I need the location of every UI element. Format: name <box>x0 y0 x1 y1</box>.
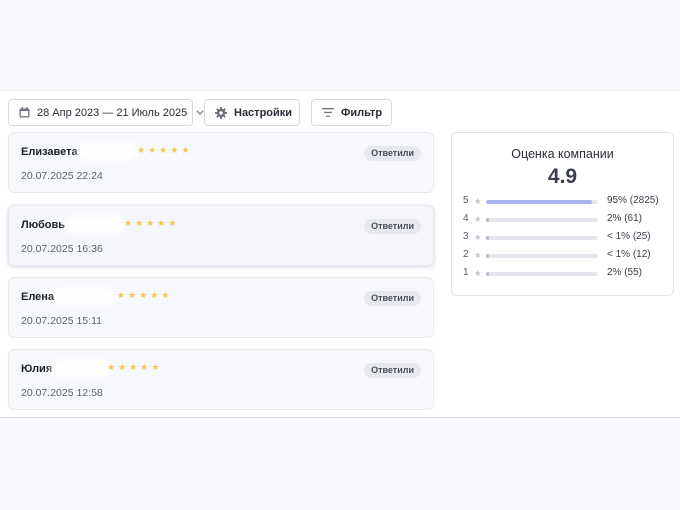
rating-level: 3 <box>463 231 469 242</box>
review-date: 20.07.2025 15:11 <box>21 315 102 327</box>
review-card[interactable]: Елена ★ ★ ★ ★ ★ Ответили 20.07.2025 15:11 <box>8 277 434 338</box>
reviewer-name: Елена <box>21 291 55 303</box>
rating-percent: 95% (2825) <box>607 195 659 206</box>
star-icon: ★ <box>159 145 168 155</box>
star-icon: ★ <box>474 214 482 224</box>
reviews-panel: 28 Апр 2023 — 21 Июль 2025 Настройки Фил… <box>0 90 680 418</box>
date-range-text: 28 Апр 2023 — 21 Июль 2025 <box>37 106 188 119</box>
rating-percent: 2% (55) <box>607 267 643 278</box>
rating-row: 5 ★ 95% (2825) <box>463 195 668 209</box>
review-stars: ★ ★ ★ ★ ★ <box>137 145 192 156</box>
filter-icon <box>322 108 334 117</box>
star-icon: ★ <box>474 232 482 242</box>
star-icon: ★ <box>168 218 177 228</box>
star-icon: ★ <box>151 362 160 372</box>
redacted-surname <box>81 146 133 157</box>
rating-bar-fill <box>486 218 489 222</box>
rating-level: 2 <box>463 249 469 260</box>
review-date: 20.07.2025 16:36 <box>21 243 103 255</box>
review-card[interactable]: Любовь ★ ★ ★ ★ ★ Ответили 20.07.2025 16:36 <box>8 205 434 266</box>
star-icon: ★ <box>124 218 133 228</box>
star-icon: ★ <box>107 362 116 372</box>
rating-bar-track <box>486 218 598 222</box>
star-icon: ★ <box>150 290 159 300</box>
rating-bar-track <box>486 236 598 240</box>
star-icon: ★ <box>474 250 482 260</box>
star-icon: ★ <box>170 145 179 155</box>
star-icon: ★ <box>118 362 127 372</box>
toolbar: 28 Апр 2023 — 21 Июль 2025 Настройки Фил… <box>8 99 403 126</box>
reviewer-name: Юлия <box>21 363 53 375</box>
rating-percent: < 1% (12) <box>607 249 651 260</box>
status-badge: Ответили <box>364 146 421 161</box>
redacted-surname <box>69 219 121 230</box>
gear-icon <box>215 106 227 119</box>
rating-bar-fill <box>486 254 489 258</box>
calendar-icon <box>19 107 30 118</box>
settings-button[interactable]: Настройки <box>204 99 300 126</box>
reviewer-name: Любовь <box>21 219 66 231</box>
rating-level: 1 <box>463 267 469 278</box>
rating-bar-track <box>486 254 598 258</box>
settings-label: Настройки <box>234 106 293 119</box>
review-date: 20.07.2025 12:58 <box>21 387 103 399</box>
rating-row: 3 ★ < 1% (25) <box>463 231 668 245</box>
star-icon: ★ <box>129 362 138 372</box>
review-date: 20.07.2025 22:24 <box>21 170 103 182</box>
filter-label: Фильтр <box>341 106 383 119</box>
star-icon: ★ <box>146 218 155 228</box>
rating-bar-track <box>486 272 598 276</box>
rating-row: 4 ★ 2% (61) <box>463 213 668 227</box>
star-icon: ★ <box>181 145 190 155</box>
star-icon: ★ <box>117 290 126 300</box>
star-icon: ★ <box>148 145 157 155</box>
status-badge: Ответили <box>364 219 421 234</box>
rating-bar-fill <box>486 272 489 276</box>
star-icon: ★ <box>157 218 166 228</box>
rating-row: 1 ★ 2% (55) <box>463 267 668 281</box>
rating-bar-fill <box>486 200 592 204</box>
filter-button[interactable]: Фильтр <box>311 99 392 126</box>
review-card[interactable]: Елизавета ★ ★ ★ ★ ★ Ответили 20.07.2025 22:2… <box>8 132 434 193</box>
star-icon: ★ <box>140 362 149 372</box>
star-icon: ★ <box>161 290 170 300</box>
date-range-picker[interactable]: 28 Апр 2023 — 21 Июль 2025 <box>8 99 204 126</box>
reviewer-name: Елизавета <box>21 146 78 158</box>
company-rating-card: Оценка компании 4.9 5 ★ 95% (2825) 4 ★ 2… <box>451 132 674 296</box>
rating-bar-track <box>486 200 598 204</box>
redacted-surname <box>59 291 111 302</box>
review-stars: ★ ★ ★ ★ ★ <box>117 290 172 301</box>
redacted-surname <box>55 363 107 374</box>
star-icon: ★ <box>135 218 144 228</box>
rating-bar-fill <box>486 236 489 240</box>
rating-percent: 2% (61) <box>607 213 643 224</box>
star-icon: ★ <box>474 268 482 278</box>
rating-row: 2 ★ < 1% (12) <box>463 249 668 263</box>
review-stars: ★ ★ ★ ★ ★ <box>124 218 179 229</box>
rating-score: 4.9 <box>547 165 578 188</box>
rating-title: Оценка компании <box>511 147 614 161</box>
star-icon: ★ <box>128 290 137 300</box>
review-stars: ★ ★ ★ ★ ★ <box>107 362 162 373</box>
rating-level: 4 <box>463 213 469 224</box>
review-card[interactable]: Юлия ★ ★ ★ ★ ★ Ответили 20.07.2025 12:58 <box>8 349 434 410</box>
star-icon: ★ <box>139 290 148 300</box>
star-icon: ★ <box>474 196 482 206</box>
status-badge: Ответили <box>364 291 421 306</box>
star-icon: ★ <box>137 145 146 155</box>
rating-level: 5 <box>463 195 469 206</box>
rating-percent: < 1% (25) <box>607 231 651 242</box>
status-badge: Ответили <box>364 363 421 378</box>
